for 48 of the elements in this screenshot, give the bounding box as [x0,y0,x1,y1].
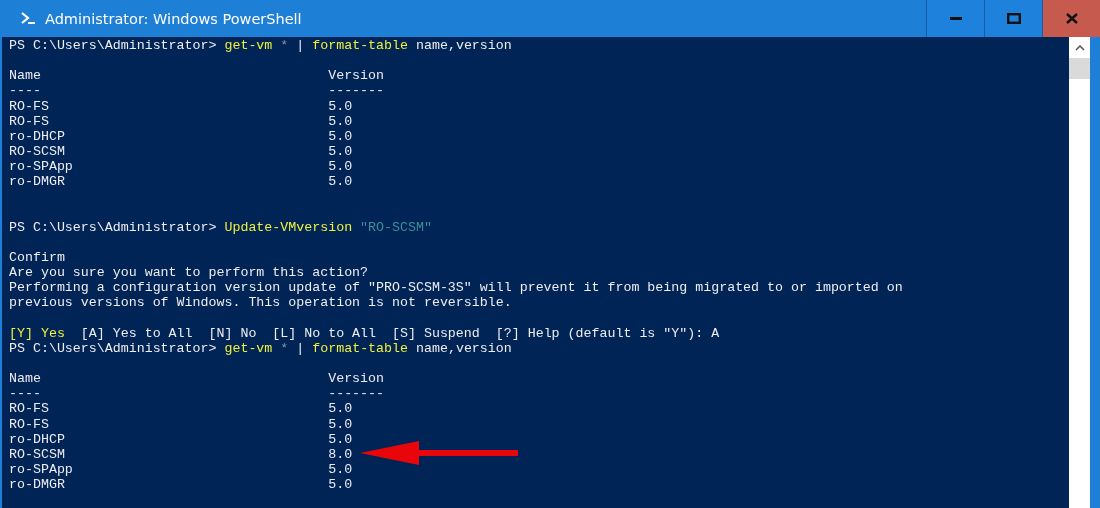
chevron-up-icon [1074,44,1085,51]
command-text: format-table [312,340,409,356]
console-text: ro-DMGR 5.0 [9,174,353,190]
console-text: RO-FS 5.0 [9,401,353,417]
close-button[interactable] [1042,0,1100,37]
console-text: RO-SCSM 5.0 [9,144,353,159]
console-text: [A] Yes to All [N] No [L] No to All [S] Suspend [?] Help (default is "Y"): A [79,325,720,341]
console-text: ro-SPApp 5.0 [9,461,353,477]
arrow-icon [360,441,520,465]
console-text: PS C:\Users\Administrator> [9,340,218,356]
window-title: Administrator: Windows PowerShell [45,10,302,27]
command-text: [Y] Yes [9,325,65,341]
scrollbar[interactable] [1069,37,1090,508]
console-text: ro-DMGR 5.0 [9,477,353,493]
console-text: RO-FS 5.0 [9,98,353,114]
console-text: Name Version [9,68,385,84]
operator-text: * [279,340,290,356]
command-text: get-vm [224,340,273,356]
console-text: previous versions of Windows. This operation is not reversible. [9,295,512,311]
console-text: name,version [415,38,512,53]
console-text: ro-DHCP 5.0 [9,128,353,144]
close-icon [1065,13,1078,24]
maximize-button[interactable] [984,0,1042,37]
console-text: PS C:\Users\Administrator> [9,38,218,53]
console-text: Performing a configuration version update of "PRO-SCSM-3S" will prevent it from being migrated to or imported on [9,280,903,296]
minimize-icon [949,16,962,21]
console-text: | [296,38,306,53]
console-text: ---- ------- [9,83,385,99]
operator-text: * [279,38,290,53]
maximize-icon [1006,13,1021,24]
command-text: Update-VMversion [224,219,353,235]
console-text: name,version [415,340,512,356]
console-text: RO-SCSM 8.0 [9,446,353,462]
scroll-thumb[interactable] [1069,58,1090,79]
console-text: PS C:\Users\Administrator> [9,219,218,235]
console-text: ro-DHCP 5.0 [9,431,353,447]
console-text: Are you sure you want to perform this action? [9,265,369,281]
string-text: "RO-SCSM" [359,219,432,235]
powershell-icon [20,11,36,26]
console-text: ro-SPApp 5.0 [9,159,353,175]
console-text: ---- ------- [9,386,385,402]
console-text: Confirm [9,249,65,265]
command-text: format-table [312,38,409,53]
command-text: get-vm [224,38,273,53]
console-text: Name Version [9,371,385,387]
console-text: RO-FS 5.0 [9,113,353,129]
console-text: RO-FS 5.0 [9,416,353,432]
console-text: | [296,340,306,356]
